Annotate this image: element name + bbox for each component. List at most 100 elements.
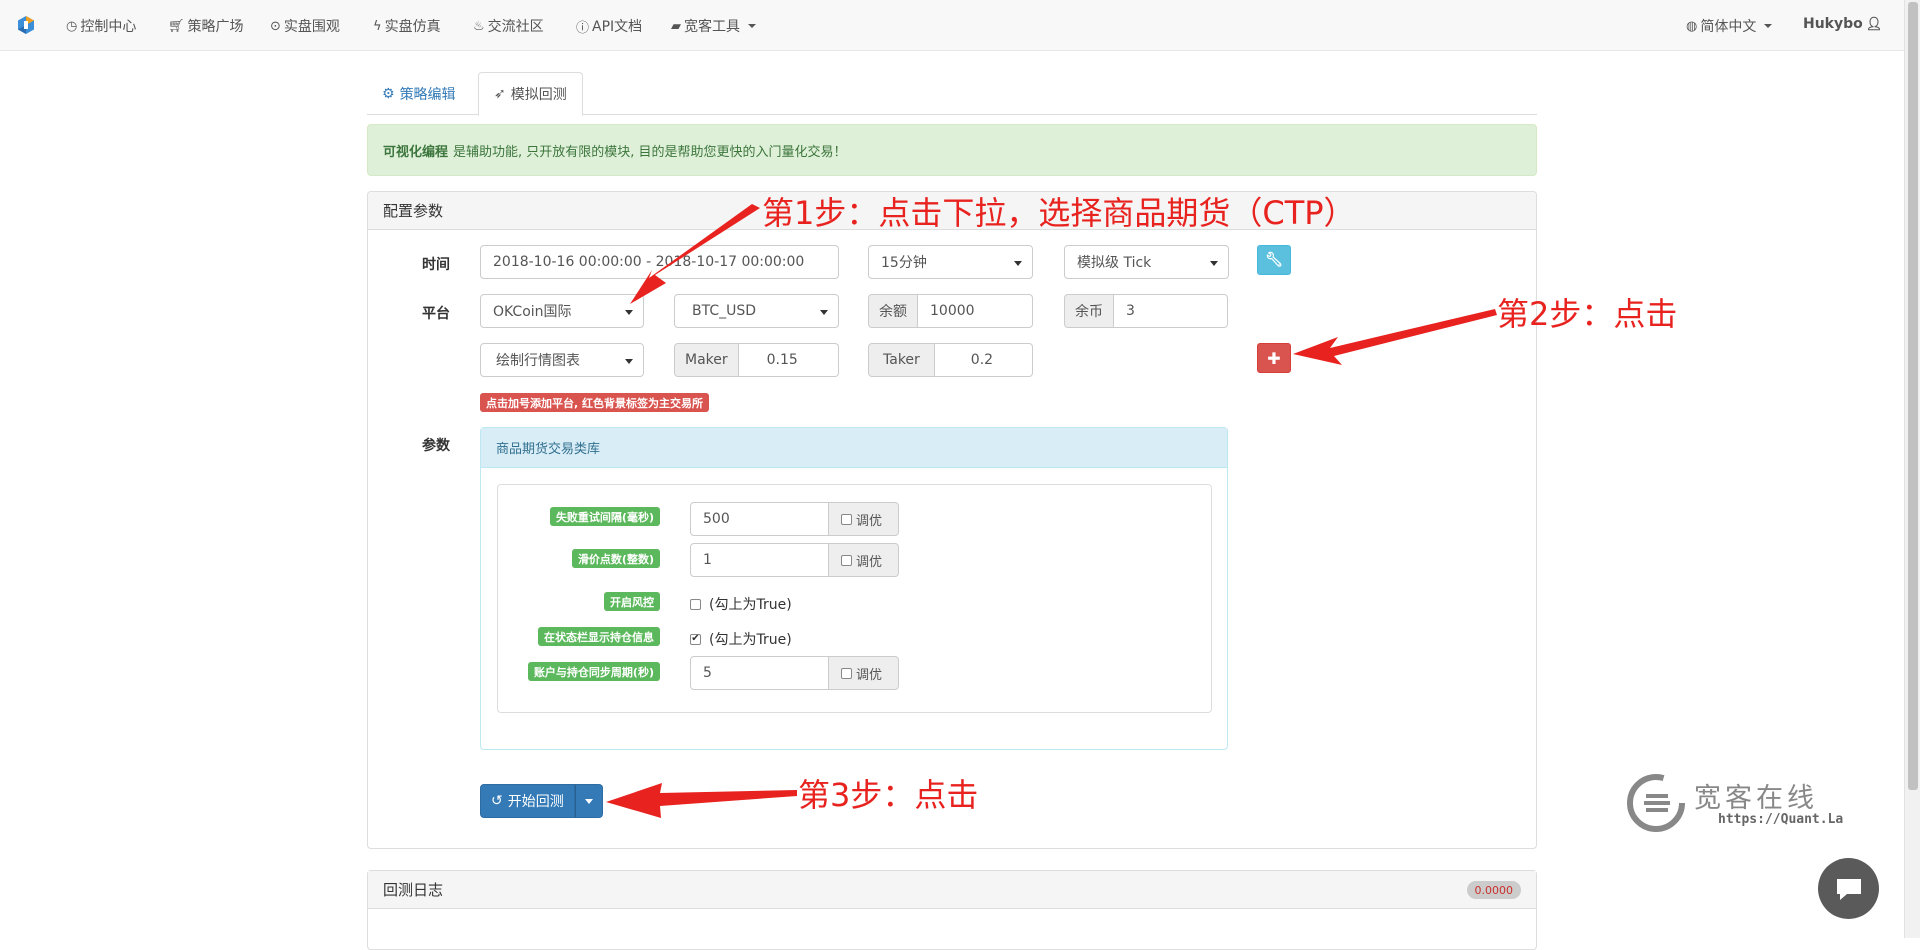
maker-addon: Maker xyxy=(674,343,739,377)
annotation-step2: 第2步：点击 xyxy=(1497,295,1678,333)
annotation-step1: 第1步：点击下拉，选择商品期货（CTP） xyxy=(762,194,1356,232)
param-label-slippage: 滑价点数(整数) xyxy=(571,549,660,568)
tab-label: 策略编辑 xyxy=(399,86,456,103)
top-navbar: ◷ 控制中心 🛒︎ 策略广场 ⊙ 实盘围观 ϟ 实盘仿真 ♨ 交流社区 ⓘ AP… xyxy=(0,0,1904,51)
param-retry-tune[interactable]: 调优 xyxy=(829,502,899,536)
language-label: 简体中文 xyxy=(1700,19,1757,35)
settings-button[interactable]: 🔧︎ xyxy=(1257,245,1291,275)
nav-live-watch[interactable]: ⊙ 实盘围观 xyxy=(270,16,340,36)
chevron-down-icon xyxy=(748,24,756,28)
param-status-check[interactable]: ✔ (勾上为True) xyxy=(690,629,792,649)
alert-text: 是辅助功能, 只开放有限的模块, 目的是帮助您更快的入门量化交易！ xyxy=(453,144,847,160)
log-badge: 0.0000 xyxy=(1466,881,1521,899)
log-title: 回测日志 xyxy=(383,881,444,899)
chat-button[interactable] xyxy=(1818,858,1879,919)
watermark-logo-icon xyxy=(1627,774,1685,832)
maker-field: Maker 0.15 xyxy=(674,343,839,377)
checkbox-icon[interactable] xyxy=(841,667,852,679)
app-logo[interactable] xyxy=(16,15,36,35)
library-title: 商品期货交易类库 xyxy=(481,428,1227,468)
coins-field: 余币 3 xyxy=(1064,294,1228,328)
start-backtest-dropdown[interactable] xyxy=(574,784,603,818)
tab-strategy-edit[interactable]: ⚙ 策略编辑 xyxy=(367,72,471,115)
coins-addon: 余币 xyxy=(1064,294,1114,328)
chart-mode-select[interactable]: 绘制行情图表 xyxy=(480,343,644,377)
nav-label: 实盘围观 xyxy=(283,19,340,35)
watermark: 宽客在线 https://Quant.La xyxy=(1626,770,1856,840)
param-sync-group: 5 调优 xyxy=(690,656,899,690)
param-label-retry: 失败重试间隔(毫秒) xyxy=(549,507,660,526)
coins-input[interactable]: 3 xyxy=(1114,294,1228,328)
library-panel: 商品期货交易类库 xyxy=(480,427,1228,750)
param-risk-check[interactable]: (勾上为True) xyxy=(690,594,792,614)
tick-mode-select[interactable]: 模拟级 Tick xyxy=(1064,245,1229,279)
chat-icon xyxy=(1836,878,1861,900)
tune-label: 调优 xyxy=(856,667,883,683)
info-icon: ⓘ xyxy=(576,20,590,36)
start-backtest-group: ↺ 开始回测 xyxy=(480,784,603,818)
add-platform-button[interactable]: ✚ xyxy=(1257,343,1291,373)
nav-strategy-square[interactable]: 🛒︎ 策略广场 xyxy=(168,16,244,36)
briefcase-icon: ▰ xyxy=(671,18,681,34)
scrollbar-thumb[interactable] xyxy=(1908,2,1918,790)
param-sync-tune[interactable]: 调优 xyxy=(829,656,899,690)
tune-label: 调优 xyxy=(856,554,883,570)
time-label: 时间 xyxy=(422,257,450,273)
tab-backtest[interactable]: ➶ 模拟回测 xyxy=(478,72,583,116)
user-icon: 👤︎ xyxy=(1865,16,1883,32)
check-text: (勾上为True) xyxy=(709,632,792,648)
pair-select[interactable]: BTC_USD xyxy=(674,294,839,328)
play-circle-icon: ⊙ xyxy=(270,18,281,34)
period-select[interactable]: 15分钟 xyxy=(868,245,1033,279)
nav-label: 策略广场 xyxy=(187,19,244,35)
bolt-icon: ϟ xyxy=(373,18,382,34)
checkbox-icon[interactable] xyxy=(690,598,701,610)
cart-icon: 🛒︎ xyxy=(168,18,185,34)
nav-api-docs[interactable]: ⓘ API文档 xyxy=(576,16,642,36)
start-backtest-label: 开始回测 xyxy=(507,794,564,810)
balance-input[interactable]: 10000 xyxy=(918,294,1033,328)
maker-input[interactable]: 0.15 xyxy=(738,343,839,377)
nav-tools-dropdown[interactable]: ▰ 宽客工具 xyxy=(671,16,756,36)
period-value: 15分钟 xyxy=(881,255,927,271)
log-header: 回测日志 0.0000 xyxy=(368,871,1536,909)
check-text: (勾上为True) xyxy=(709,597,792,613)
tick-mode-value: 模拟级 Tick xyxy=(1077,255,1152,271)
user-menu[interactable]: Hukybo 👤︎ xyxy=(1803,16,1882,32)
checkbox-icon[interactable] xyxy=(841,513,852,525)
watermark-title: 宽客在线 xyxy=(1694,783,1818,814)
exchange-select[interactable]: OKCoin国际 xyxy=(480,294,644,328)
param-slippage-input[interactable]: 1 xyxy=(690,543,829,577)
balance-field: 余额 10000 xyxy=(868,294,1033,328)
taker-input[interactable]: 0.2 xyxy=(934,343,1033,377)
param-slippage-tune[interactable]: 调优 xyxy=(829,543,899,577)
param-retry-group: 500 调优 xyxy=(690,502,899,536)
history-icon: ↺ xyxy=(491,793,503,809)
checkbox-checked-icon[interactable]: ✔ xyxy=(690,633,701,645)
checkbox-icon[interactable] xyxy=(841,554,852,566)
fire-icon: ♨ xyxy=(473,18,485,34)
nav-label: API文档 xyxy=(592,19,643,35)
nav-label: 控制中心 xyxy=(80,19,137,35)
nav-community[interactable]: ♨ 交流社区 xyxy=(473,16,544,36)
taker-field: Taker 0.2 xyxy=(868,343,1033,377)
exchange-value: OKCoin国际 xyxy=(493,304,572,320)
time-range-input[interactable]: 2018-10-16 00:00:00 - 2018-10-17 00:00:0… xyxy=(480,245,839,279)
nav-simulation[interactable]: ϟ 实盘仿真 xyxy=(373,16,441,36)
start-backtest-button[interactable]: ↺ 开始回测 xyxy=(480,784,575,818)
chevron-down-icon xyxy=(584,798,593,804)
chevron-down-icon xyxy=(1764,24,1773,28)
tune-label: 调优 xyxy=(856,513,883,529)
param-slippage-group: 1 调优 xyxy=(690,543,899,577)
tab-label: 模拟回测 xyxy=(510,87,567,103)
language-dropdown[interactable]: ◍ 简体中文 xyxy=(1686,16,1773,36)
param-retry-input[interactable]: 500 xyxy=(690,502,829,536)
param-label-sync: 账户与持仓同步周期(秒) xyxy=(527,662,660,681)
backtest-log-panel: 回测日志 0.0000 xyxy=(367,870,1537,950)
globe-icon: ◍ xyxy=(1686,18,1698,34)
rocket-icon: ➶ xyxy=(494,86,506,102)
page-scrollbar[interactable] xyxy=(1904,0,1920,938)
param-sync-input[interactable]: 5 xyxy=(690,656,829,690)
param-label-risk: 开启风控 xyxy=(604,592,660,611)
nav-dashboard[interactable]: ◷ 控制中心 xyxy=(66,16,136,36)
